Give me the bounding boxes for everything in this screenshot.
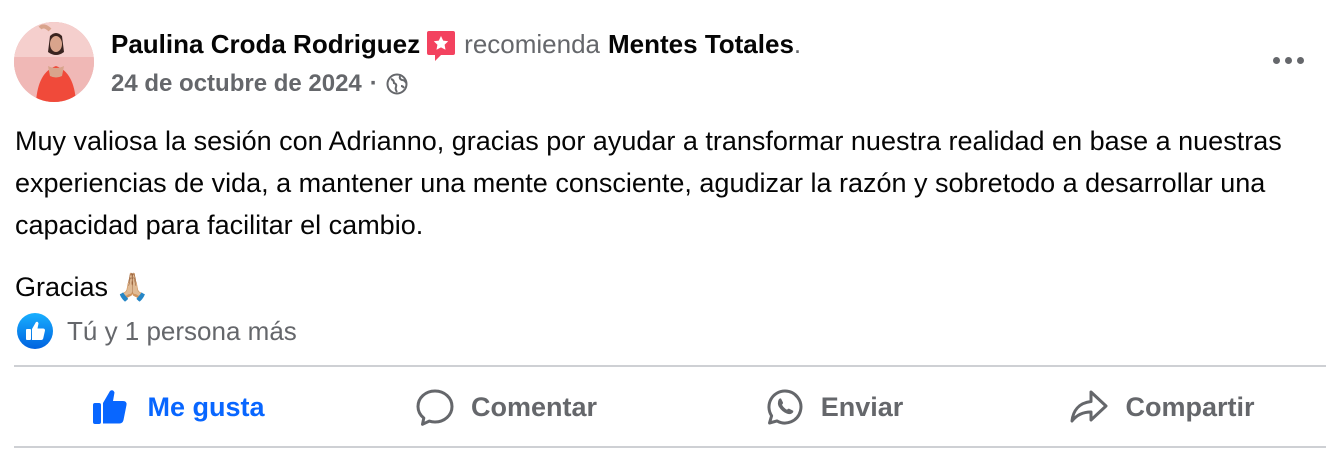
divider [14,365,1326,367]
meta-separator: · [369,70,378,97]
recommend-icon [426,28,456,62]
more-dot [1296,56,1304,64]
action-bar: Me gusta Comentar Enviar Compartir [14,370,1326,444]
more-dot [1272,56,1280,64]
more-options-icon[interactable] [1268,50,1308,70]
comment-label: Comentar [470,391,598,422]
post-paragraph: Gracias 🙏🏼 [15,272,150,302]
post-header: Paulina Croda Rodriguez recomienda Mente… [14,22,1324,102]
reactions-summary[interactable]: Tú y 1 persona más [17,313,297,349]
like-label: Me gusta [147,391,265,422]
whatsapp-icon [767,389,803,425]
comment-icon [416,389,454,426]
reactions-text[interactable]: Tú y 1 persona más [67,316,297,347]
post-date[interactable]: 24 de octubre de 2024 [111,69,362,99]
post-card: Paulina Croda Rodriguez recomienda Mente… [0,0,1344,460]
comment-button[interactable]: Comentar [342,370,670,444]
post-paragraph: Muy valiosa la sesión con Adrianno, grac… [15,126,1282,240]
post-title-line: Paulina Croda Rodriguez recomienda Mente… [111,27,801,61]
title-period: . [793,29,802,59]
globe-icon[interactable] [386,73,408,95]
recommend-verb: recomienda [464,29,601,59]
post-body: Muy valiosa la sesión con Adrianno, grac… [15,120,1325,308]
post-meta: 24 de octubre de 2024 · [111,69,801,99]
thumbs-up-icon [93,390,128,424]
share-label: Compartir [1125,391,1255,422]
header-text: Paulina Croda Rodriguez recomienda Mente… [111,27,801,99]
share-icon [1070,390,1108,423]
like-reaction-icon [17,313,53,349]
share-button[interactable]: Compartir [998,370,1326,444]
page-name-link[interactable]: Mentes Totales [608,28,794,60]
like-button[interactable]: Me gusta [14,370,342,444]
send-label: Enviar [820,391,904,422]
more-dot [1284,56,1292,64]
send-button[interactable]: Enviar [670,370,998,444]
divider [14,446,1326,448]
avatar[interactable] [14,22,94,102]
profile-photo [14,22,94,102]
author-name[interactable]: Paulina Croda Rodriguez [111,28,420,60]
